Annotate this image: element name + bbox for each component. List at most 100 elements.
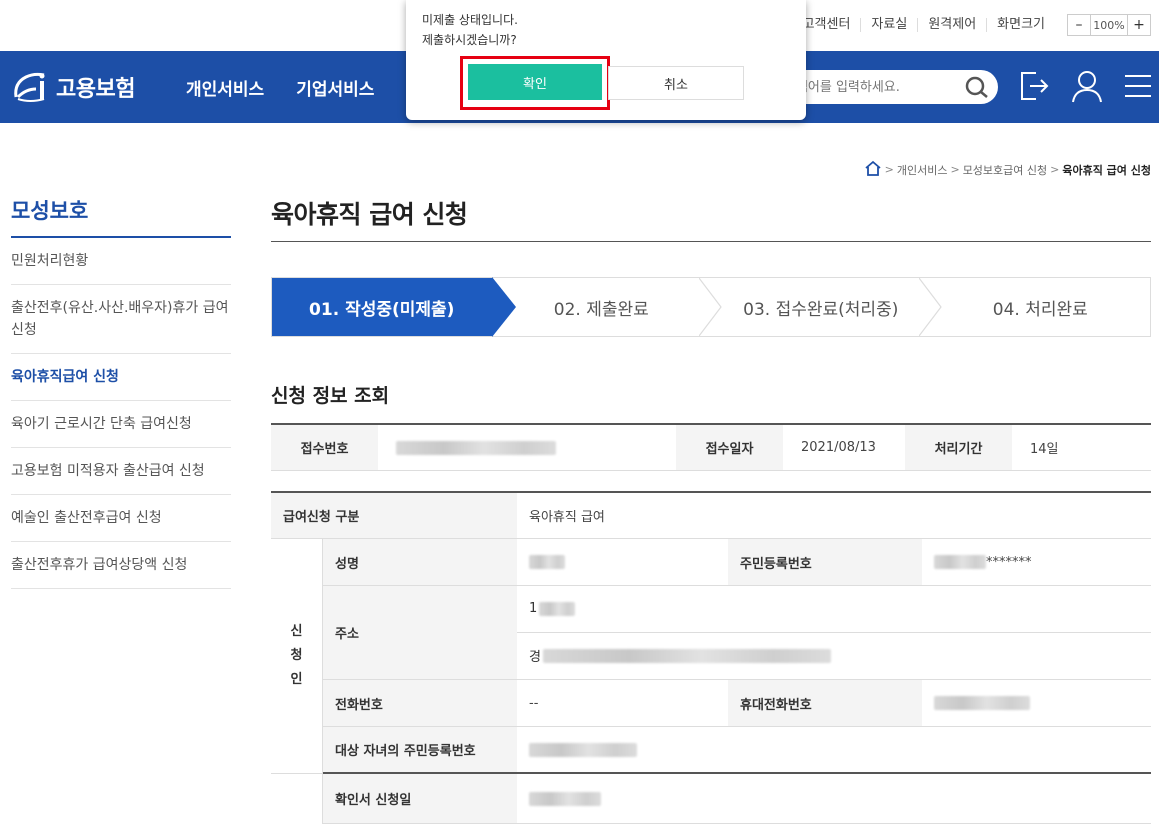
confirm-button[interactable]: 확인 bbox=[468, 64, 602, 100]
address-line1: 1 bbox=[517, 586, 1151, 633]
logout-icon[interactable] bbox=[1018, 69, 1050, 107]
step-1: 01. 작성중(미제출) bbox=[272, 277, 516, 337]
breadcrumb-separator: > bbox=[1050, 163, 1060, 176]
side-nav-item[interactable]: 민원처리현황 bbox=[11, 238, 231, 285]
breadcrumb-separator: > bbox=[950, 163, 960, 176]
side-nav-item[interactable]: 고용보험 미적용자 출산급여 신청 bbox=[11, 448, 231, 495]
step-chevron-icon bbox=[698, 277, 723, 341]
zoom-in-button[interactable]: + bbox=[1128, 15, 1150, 35]
table-row: 대상 자녀의 주민등록번호 bbox=[323, 727, 1151, 774]
table-row: 성명 주민등록번호 ******* bbox=[323, 539, 1151, 586]
mobile-label: 휴대전화번호 bbox=[728, 680, 922, 726]
side-nav: 모성보호 민원처리현황 출산전후(유산.사산.배우자)휴가 급여신청 육아휴직급… bbox=[11, 195, 231, 589]
address-line2: 경 bbox=[517, 633, 1151, 680]
applicant-label-char: 청 bbox=[290, 648, 303, 663]
dialog-message: 미제출 상태입니다. 제출하시겠습니까? bbox=[422, 10, 518, 50]
name-label: 성명 bbox=[323, 539, 517, 585]
step-label: 01. 작성중(미제출) bbox=[309, 299, 455, 320]
side-nav-item[interactable]: 예술인 출산전후급여 신청 bbox=[11, 495, 231, 542]
step-label: 02. 제출완료 bbox=[553, 299, 649, 320]
step-3: 03. 접수완료(처리중) bbox=[711, 277, 942, 337]
redacted-value bbox=[396, 440, 556, 455]
redacted-value bbox=[934, 696, 1030, 710]
dialog-message-line1: 미제출 상태입니다. bbox=[422, 13, 518, 27]
breadcrumb-item[interactable]: 개인서비스 bbox=[897, 162, 948, 178]
child-rrn-value bbox=[517, 727, 1151, 772]
category-value: 육아휴직 급여 bbox=[529, 510, 605, 525]
applicant-rows: 성명 주민등록번호 ******* 주소 1 경 전화번호 -- 휴대전화번호 bbox=[323, 539, 1151, 774]
period-label: 처리기간 bbox=[905, 425, 1012, 470]
category-label: 급여신청 구분 bbox=[271, 493, 517, 538]
breadcrumb-item[interactable]: 모성보호급여 신청 bbox=[963, 162, 1047, 178]
side-nav-item[interactable]: 육아기 근로시간 단축 급여신청 bbox=[11, 401, 231, 448]
redacted-value bbox=[529, 742, 637, 757]
breadcrumb-separator: > bbox=[884, 163, 894, 176]
table-row: 주소 1 경 bbox=[323, 586, 1151, 680]
table-row: 급여신청 구분 육아휴직 급여 bbox=[271, 493, 1151, 539]
step-2: 02. 제출완료 bbox=[492, 277, 722, 337]
applicant-group: 신 청 인 성명 주민등록번호 ******* 주소 1 경 전화번호 -- 휴… bbox=[271, 539, 1151, 774]
nav-business-service[interactable]: 기업서비스 bbox=[296, 75, 374, 100]
user-icon[interactable] bbox=[1070, 69, 1104, 107]
utility-links: 고객센터 자료실 원격제어 화면크기 – 100% + bbox=[793, 14, 1151, 36]
table-row: 전화번호 -- 휴대전화번호 bbox=[323, 680, 1151, 727]
site-logo[interactable]: 고용보험 bbox=[10, 67, 135, 107]
receipt-info-table: 접수번호 접수일자 2021/08/13 처리기간 14일 bbox=[271, 423, 1151, 471]
receipt-date-label: 접수일자 bbox=[676, 425, 783, 470]
child-rrn-label: 대상 자녀의 주민등록번호 bbox=[323, 727, 517, 772]
page-title: 육아휴직 급여 신청 bbox=[271, 195, 1151, 242]
breadcrumb-current: 육아휴직 급여 신청 bbox=[1062, 163, 1151, 177]
confirm-date-label: 확인서 신청일 bbox=[323, 774, 517, 823]
rrn-label: 주민등록번호 bbox=[728, 539, 922, 585]
mobile-value bbox=[922, 680, 1151, 726]
zoom-value: 100% bbox=[1090, 15, 1128, 35]
cancel-button[interactable]: 취소 bbox=[608, 66, 744, 100]
rrn-value: ******* bbox=[922, 539, 1151, 585]
main-content: 육아휴직 급여 신청 01. 작성중(미제출) 02. 제출완료 03. 접수완… bbox=[271, 195, 1151, 824]
step-label: 03. 접수완료(처리중) bbox=[743, 299, 899, 320]
address-line1-prefix: 1 bbox=[529, 601, 538, 617]
step-label: 04. 처리완료 bbox=[992, 299, 1088, 320]
redacted-value bbox=[539, 601, 576, 616]
global-nav: 개인서비스 기업서비스 bbox=[186, 75, 406, 100]
address-label: 주소 bbox=[323, 586, 517, 679]
phone-label: 전화번호 bbox=[323, 680, 517, 726]
util-link-archive[interactable]: 자료실 bbox=[860, 18, 917, 32]
search-input[interactable] bbox=[784, 79, 964, 95]
redacted-value bbox=[529, 555, 565, 569]
redacted-value bbox=[542, 648, 831, 663]
receipt-date-value: 2021/08/13 bbox=[801, 440, 876, 455]
zoom-control: – 100% + bbox=[1067, 14, 1151, 36]
period-value: 14일 bbox=[1030, 442, 1059, 457]
name-value bbox=[517, 539, 728, 585]
side-nav-item-active[interactable]: 육아휴직급여 신청 bbox=[11, 354, 231, 401]
applicant-label: 신 청 인 bbox=[271, 539, 323, 774]
step-arrow bbox=[491, 277, 516, 337]
dialog-message-line2: 제출하시겠습니까? bbox=[422, 33, 517, 47]
applicant-label-char: 신 bbox=[290, 624, 303, 639]
section-title: 신청 정보 조회 bbox=[271, 385, 390, 407]
search-icon[interactable] bbox=[964, 75, 990, 103]
progress-steps: 01. 작성중(미제출) 02. 제출완료 03. 접수완료(처리중) 04. … bbox=[271, 277, 1151, 337]
logo-mark-icon bbox=[10, 67, 52, 107]
menu-icon[interactable] bbox=[1124, 72, 1152, 104]
side-nav-title: 모성보호 bbox=[11, 195, 231, 238]
application-detail-table: 급여신청 구분 육아휴직 급여 신 청 인 성명 주민등록번호 ******* … bbox=[271, 491, 1151, 824]
phone-value: -- bbox=[529, 695, 539, 711]
applicant-label-char: 인 bbox=[290, 672, 303, 687]
nav-personal-service[interactable]: 개인서비스 bbox=[186, 75, 264, 100]
rrn-mask: ******* bbox=[986, 554, 1032, 570]
confirm-dialog: 미제출 상태입니다. 제출하시겠습니까? 확인 취소 bbox=[406, 0, 806, 120]
address-line2-prefix: 경 bbox=[529, 650, 541, 666]
breadcrumb: > 개인서비스 > 모성보호급여 신청 > 육아휴직 급여 신청 bbox=[864, 160, 1151, 179]
home-icon[interactable] bbox=[864, 160, 882, 179]
side-nav-item[interactable]: 출산전후(유산.사산.배우자)휴가 급여신청 bbox=[11, 285, 231, 354]
zoom-out-button[interactable]: – bbox=[1068, 15, 1090, 35]
table-row: 확인서 신청일 bbox=[323, 774, 1151, 824]
util-link-remote-control[interactable]: 원격제어 bbox=[917, 18, 986, 32]
confirm-date-group: 확인서 신청일 bbox=[271, 774, 1151, 824]
side-nav-item[interactable]: 출산전후휴가 급여상당액 신청 bbox=[11, 542, 231, 589]
step-chevron-icon bbox=[918, 277, 943, 341]
step-4: 04. 처리완료 bbox=[931, 278, 1151, 336]
logo-text: 고용보험 bbox=[56, 77, 135, 102]
